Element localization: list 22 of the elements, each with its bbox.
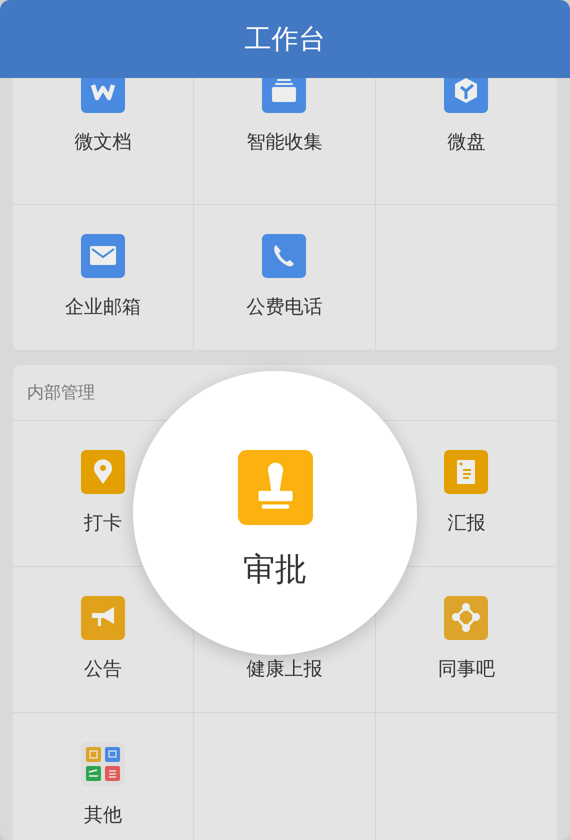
app-label[interactable]: 公告	[84, 657, 122, 681]
report-icon	[444, 450, 488, 494]
app-label[interactable]: 同事吧	[438, 657, 495, 681]
section-title: 内部管理	[27, 383, 95, 403]
app-label[interactable]: 汇报	[447, 511, 486, 535]
stamp-icon	[238, 450, 312, 525]
app-label[interactable]: 打卡	[84, 511, 122, 535]
app-grid-icon	[81, 742, 126, 786]
app-label[interactable]: 公费电话	[246, 295, 322, 319]
app-label[interactable]: 智能收集	[246, 130, 322, 154]
megaphone-icon	[81, 596, 126, 640]
app-label[interactable]: 其他	[84, 803, 122, 827]
app-label[interactable]: 微文档	[74, 130, 132, 154]
phone-icon	[262, 234, 306, 278]
page-title: 工作台	[244, 23, 326, 57]
location-pin-icon	[81, 450, 126, 494]
app-label[interactable]: 微盘	[447, 130, 486, 154]
app-label[interactable]: 企业邮箱	[65, 295, 142, 319]
app-label[interactable]: 健康上报	[246, 657, 322, 681]
mail-icon	[81, 234, 126, 278]
app-label[interactable]: 审批	[243, 549, 307, 589]
network-icon	[444, 596, 488, 640]
